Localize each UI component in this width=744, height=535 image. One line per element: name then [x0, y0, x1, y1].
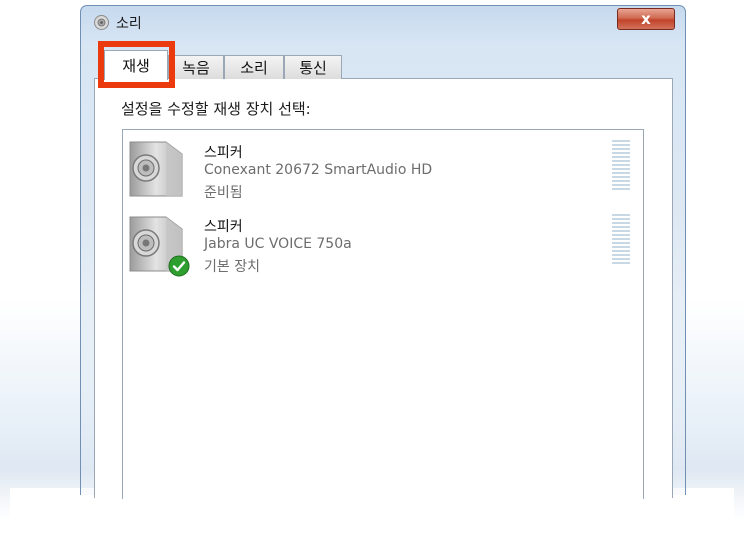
device-description: Jabra UC VOICE 750a [204, 236, 352, 252]
close-icon: x [641, 10, 651, 28]
device-list[interactable] [122, 129, 644, 499]
instruction-label: 설정을 수정할 재생 장치 선택: [121, 100, 311, 118]
tab-sounds-label: 소리 [240, 59, 268, 77]
default-check-icon [168, 255, 190, 277]
close-button[interactable]: x [617, 8, 675, 30]
device-name: 스피커 [204, 145, 243, 161]
device-status: 기본 장치 [204, 259, 260, 275]
device-status: 준비됨 [204, 185, 243, 201]
device-description: Conexant 20672 SmartAudio HD [204, 162, 433, 178]
device-name: 스피커 [204, 219, 243, 235]
tab-sounds[interactable]: 소리 [224, 55, 284, 79]
window-title: 소리 [116, 16, 142, 32]
speaker-icon [129, 141, 183, 197]
level-meter [612, 140, 630, 190]
tab-recording[interactable]: 녹음 [168, 55, 224, 79]
tab-recording-label: 녹음 [182, 59, 210, 77]
sound-app-icon [94, 15, 109, 30]
tab-communications[interactable]: 통신 [284, 55, 342, 79]
tab-highlight-box [98, 41, 175, 88]
tab-communications-label: 통신 [299, 59, 327, 77]
level-meter [612, 214, 630, 264]
